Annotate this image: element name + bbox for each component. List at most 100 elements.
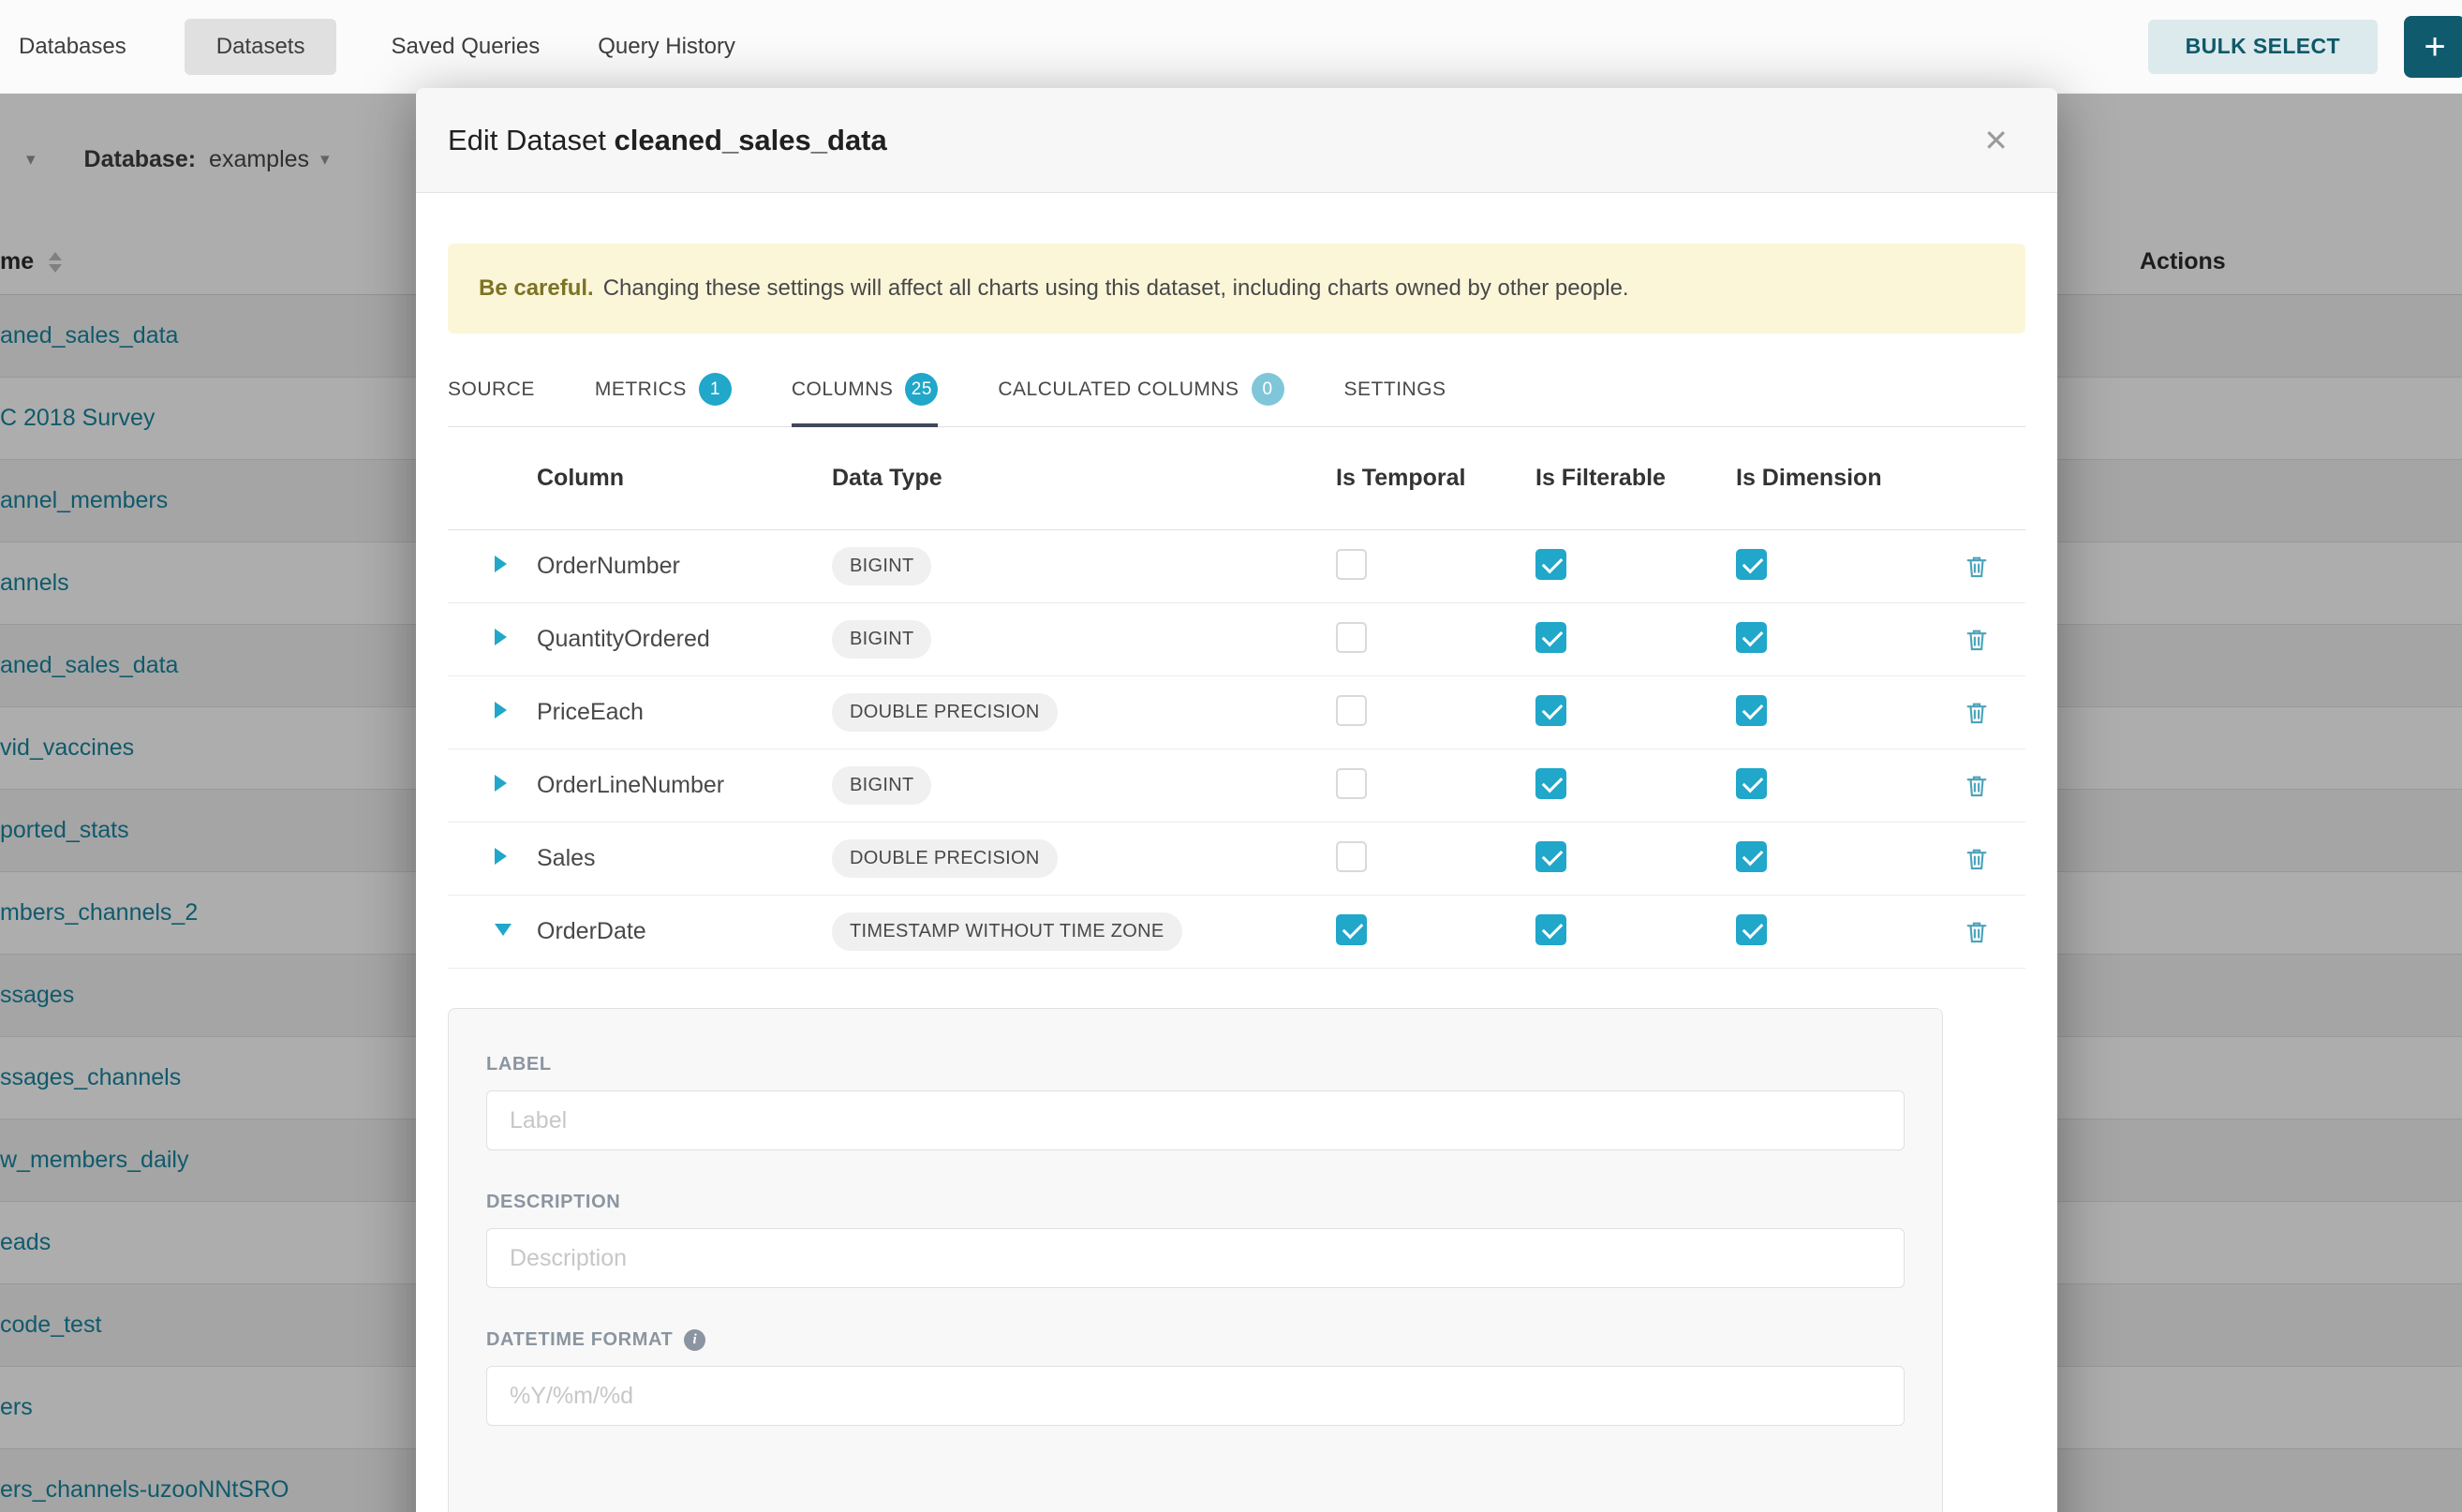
trash-icon bbox=[1963, 845, 1991, 873]
is-filterable-checkbox[interactable] bbox=[1535, 768, 1566, 799]
is-dimension-checkbox[interactable] bbox=[1736, 695, 1767, 726]
label-field-group: LABEL bbox=[486, 1054, 1905, 1150]
info-icon[interactable]: i bbox=[684, 1329, 705, 1351]
is-filterable-checkbox[interactable] bbox=[1535, 622, 1566, 653]
column-row: Sales DOUBLE PRECISION bbox=[448, 823, 2025, 896]
delete-column-button[interactable] bbox=[1963, 626, 2025, 654]
tab-columns[interactable]: COLUMNS 25 bbox=[792, 373, 939, 426]
is-dimension-checkbox[interactable] bbox=[1736, 841, 1767, 872]
is-temporal-checkbox[interactable] bbox=[1336, 768, 1367, 799]
delete-column-button[interactable] bbox=[1963, 918, 2025, 946]
calculated-columns-count-badge: 0 bbox=[1252, 373, 1284, 406]
columns-table-header: Column Data Type Is Temporal Is Filterab… bbox=[448, 427, 2025, 530]
expand-caret-icon[interactable] bbox=[495, 629, 507, 645]
description-field-label: DESCRIPTION bbox=[486, 1192, 1905, 1213]
column-name: OrderLineNumber bbox=[537, 772, 832, 799]
data-type-pill: BIGINT bbox=[832, 547, 931, 586]
column-row: OrderDate TIMESTAMP WITHOUT TIME ZONE bbox=[448, 896, 2025, 969]
expand-caret-icon[interactable] bbox=[495, 702, 507, 719]
bulk-select-button[interactable]: BULK SELECT bbox=[2148, 20, 2378, 74]
metrics-count-badge: 1 bbox=[699, 373, 732, 406]
collapse-caret-icon[interactable] bbox=[495, 924, 512, 936]
data-type-pill: BIGINT bbox=[832, 766, 931, 805]
is-dimension-checkbox[interactable] bbox=[1736, 768, 1767, 799]
nav-item-databases[interactable]: Databases bbox=[19, 19, 126, 75]
datetime-format-field-label: DATETIME FORMAT bbox=[486, 1329, 673, 1351]
column-name: OrderDate bbox=[537, 918, 832, 945]
nav-menu: Databases Datasets Saved Queries Query H… bbox=[19, 19, 793, 75]
modal-body: Be careful. Changing these settings will… bbox=[416, 244, 2057, 1512]
label-input[interactable] bbox=[486, 1090, 1905, 1150]
nav-actions: BULK SELECT + bbox=[2148, 16, 2462, 78]
tab-label: SETTINGS bbox=[1344, 378, 1446, 401]
column-row: PriceEach DOUBLE PRECISION bbox=[448, 676, 2025, 749]
trash-icon bbox=[1963, 699, 1991, 727]
warning-banner-bold: Be careful. bbox=[479, 275, 594, 302]
is-filterable-checkbox[interactable] bbox=[1535, 695, 1566, 726]
is-temporal-checkbox[interactable] bbox=[1336, 914, 1367, 945]
expand-caret-icon[interactable] bbox=[495, 556, 507, 572]
tab-label: CALCULATED COLUMNS bbox=[998, 378, 1238, 401]
tab-label: SOURCE bbox=[448, 378, 535, 401]
is-temporal-header: Is Temporal bbox=[1336, 465, 1535, 492]
edit-dataset-modal: Edit Dataset cleaned_sales_data ✕ Be car… bbox=[416, 88, 2057, 1512]
data-type-pill: DOUBLE PRECISION bbox=[832, 693, 1058, 732]
datetime-format-field-group: DATETIME FORMAT i bbox=[486, 1329, 1905, 1426]
label-field-label: LABEL bbox=[486, 1054, 1905, 1075]
modal-title-prefix: Edit Dataset bbox=[448, 124, 606, 156]
tab-bar: SOURCE METRICS 1 COLUMNS 25 CALCULATED COL… bbox=[448, 373, 2025, 427]
tab-settings[interactable]: SETTINGS bbox=[1344, 373, 1446, 426]
columns-table: Column Data Type Is Temporal Is Filterab… bbox=[448, 427, 2025, 1512]
nav-item-datasets[interactable]: Datasets bbox=[185, 19, 337, 75]
close-icon[interactable]: ✕ bbox=[1983, 126, 2009, 156]
modal-title-dataset-name: cleaned_sales_data bbox=[615, 124, 887, 156]
description-field-group: DESCRIPTION bbox=[486, 1192, 1905, 1288]
columns-count-badge: 25 bbox=[905, 373, 938, 406]
column-detail-panel: LABEL DESCRIPTION DATETIME FORMAT i bbox=[448, 1008, 1943, 1512]
trash-icon bbox=[1963, 918, 1991, 946]
is-filterable-header: Is Filterable bbox=[1535, 465, 1736, 492]
trash-icon bbox=[1963, 553, 1991, 581]
expand-caret-icon[interactable] bbox=[495, 775, 507, 792]
warning-banner-text: Changing these settings will affect all … bbox=[603, 275, 1629, 302]
nav-item-saved-queries[interactable]: Saved Queries bbox=[391, 19, 540, 75]
data-type-pill: TIMESTAMP WITHOUT TIME ZONE bbox=[832, 912, 1182, 951]
is-temporal-checkbox[interactable] bbox=[1336, 622, 1367, 653]
trash-icon bbox=[1963, 772, 1991, 800]
delete-column-button[interactable] bbox=[1963, 845, 2025, 873]
column-name: Sales bbox=[537, 845, 832, 872]
is-dimension-checkbox[interactable] bbox=[1736, 549, 1767, 580]
expand-caret-icon[interactable] bbox=[495, 848, 507, 865]
datetime-format-input[interactable] bbox=[486, 1366, 1905, 1426]
column-row: OrderLineNumber BIGINT bbox=[448, 749, 2025, 823]
column-name: PriceEach bbox=[537, 699, 832, 726]
tab-label: METRICS bbox=[595, 378, 687, 401]
tab-metrics[interactable]: METRICS 1 bbox=[595, 373, 732, 426]
trash-icon bbox=[1963, 626, 1991, 654]
nav-item-query-history[interactable]: Query History bbox=[598, 19, 735, 75]
is-temporal-checkbox[interactable] bbox=[1336, 549, 1367, 580]
tab-calculated-columns[interactable]: CALCULATED COLUMNS 0 bbox=[998, 373, 1283, 426]
top-navbar: Databases Datasets Saved Queries Query H… bbox=[0, 0, 2462, 94]
delete-column-button[interactable] bbox=[1963, 553, 2025, 581]
is-dimension-checkbox[interactable] bbox=[1736, 914, 1767, 945]
data-type-pill: BIGINT bbox=[832, 620, 931, 659]
is-temporal-checkbox[interactable] bbox=[1336, 695, 1367, 726]
is-temporal-checkbox[interactable] bbox=[1336, 841, 1367, 872]
tab-label: COLUMNS bbox=[792, 378, 894, 401]
description-input[interactable] bbox=[486, 1228, 1905, 1288]
add-dataset-button[interactable]: + bbox=[2404, 16, 2462, 78]
warning-banner: Be careful. Changing these settings will… bbox=[448, 244, 2025, 334]
is-filterable-checkbox[interactable] bbox=[1535, 841, 1566, 872]
column-name: QuantityOrdered bbox=[537, 626, 832, 653]
is-dimension-checkbox[interactable] bbox=[1736, 622, 1767, 653]
is-filterable-checkbox[interactable] bbox=[1535, 914, 1566, 945]
data-type-header: Data Type bbox=[832, 465, 1336, 492]
column-row: QuantityOrdered BIGINT bbox=[448, 603, 2025, 676]
data-type-pill: DOUBLE PRECISION bbox=[832, 839, 1058, 878]
tab-source[interactable]: SOURCE bbox=[448, 373, 535, 426]
is-dimension-header: Is Dimension bbox=[1736, 465, 1963, 492]
delete-column-button[interactable] bbox=[1963, 772, 2025, 800]
is-filterable-checkbox[interactable] bbox=[1535, 549, 1566, 580]
delete-column-button[interactable] bbox=[1963, 699, 2025, 727]
